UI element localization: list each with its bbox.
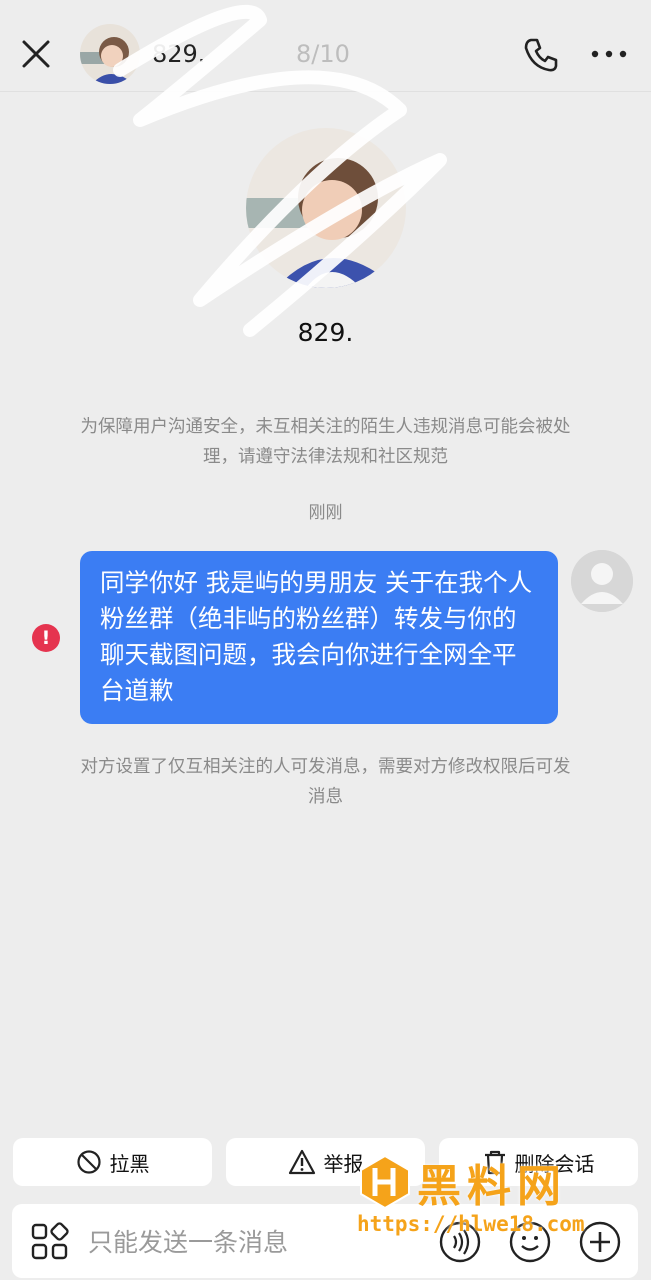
message-bubble[interactable]: 同学你好 我是屿的男朋友 关于在我个人粉丝群（绝非屿的粉丝群）转发与你的聊天截图…: [80, 551, 558, 724]
profile-name: 829.: [297, 318, 354, 347]
restriction-notice: 对方设置了仅互相关注的人可发消息，需要对方修改权限后可发消息: [80, 757, 571, 807]
header-contact-name: 829.: [152, 40, 206, 68]
warning-icon: [288, 1149, 315, 1175]
watermark-logo-icon: [360, 1154, 410, 1210]
apps-icon[interactable]: [30, 1222, 70, 1262]
message-text: 同学你好 我是屿的男朋友 关于在我个人粉丝群（绝非屿的粉丝群）转发与你的聊天截图…: [100, 568, 533, 705]
block-label: 拉黑: [109, 1151, 150, 1176]
self-avatar[interactable]: [571, 550, 633, 612]
watermark-url: https://hlwe18.com: [357, 1212, 585, 1236]
watermark-brand: 黑料网: [417, 1161, 567, 1212]
watermark: 黑料网 https://hlwe18.com: [355, 1150, 625, 1245]
phone-icon[interactable]: [522, 36, 560, 74]
send-failed-icon[interactable]: !: [32, 624, 60, 652]
more-icon[interactable]: [588, 44, 630, 64]
avatar[interactable]: [80, 24, 140, 84]
block-icon: [76, 1150, 101, 1174]
safety-notice: 为保障用户沟通安全，未互相关注的陌生人违规消息可能会被处理，请遵守法律法规和社区…: [80, 417, 571, 467]
profile-avatar[interactable]: [246, 128, 406, 288]
top-bar: 829. 8/10: [0, 0, 651, 92]
page-counter: 8/10: [296, 40, 350, 68]
block-button[interactable]: 拉黑: [13, 1138, 212, 1186]
message-timestamp: 刚刚: [308, 503, 343, 523]
close-icon[interactable]: [18, 36, 54, 72]
